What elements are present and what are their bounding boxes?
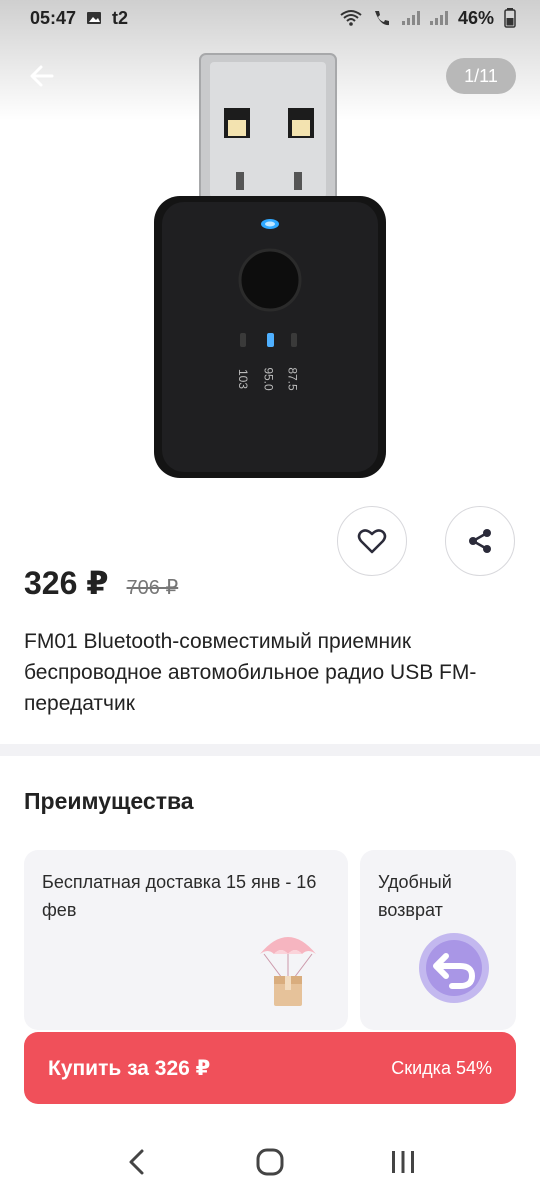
parcel-parachute-icon [260, 937, 316, 1006]
section-divider [0, 744, 540, 756]
status-time: 05:47 [30, 7, 77, 28]
back-button[interactable] [22, 56, 62, 96]
signal-icon-2 [429, 11, 448, 25]
product-title: FM01 Bluetooth-совместимый приемник бесп… [24, 630, 477, 715]
battery-icon [504, 8, 516, 28]
image-counter: 1/11 [446, 58, 516, 94]
favorite-button[interactable] [337, 506, 407, 576]
advantages-title: Преимущества [24, 788, 194, 814]
home-circle-icon [256, 1148, 284, 1176]
recents-icon [392, 1151, 415, 1173]
system-nav-bar [0, 1124, 540, 1200]
wifi-call-icon [374, 11, 389, 26]
discount-label: Скидка 54% [391, 1057, 492, 1078]
return-arrow-icon [419, 933, 489, 1003]
carrier-name: t2 [112, 7, 129, 28]
current-price: 326 ₽ [24, 565, 109, 601]
advantage-card-text: Удобный возврат [378, 872, 452, 920]
nav-back-button[interactable] [107, 1132, 167, 1192]
battery-percent: 46% [457, 7, 494, 28]
product-image[interactable] [150, 50, 390, 480]
nav-recents-button[interactable] [373, 1132, 433, 1192]
heart-icon [357, 529, 387, 554]
product-gallery[interactable]: 103 95.0 87.5 1/11 [0, 0, 540, 500]
advantage-card-text: Бесплатная доставка 15 янв - 16 фев [42, 872, 317, 920]
nav-home-button[interactable] [240, 1132, 300, 1192]
old-price: 706 ₽ [126, 577, 179, 599]
image-icon [87, 12, 102, 24]
chevron-left-icon [129, 1149, 144, 1175]
status-bar: 05:47 t2 46% [0, 0, 540, 36]
buy-button[interactable]: Купить за 326 ₽ Скидка 54% [24, 1032, 516, 1104]
price-row: 326 ₽ 706 ₽ [24, 564, 178, 602]
arrow-left-icon [30, 65, 54, 87]
advantage-card-return[interactable]: Удобный возврат [360, 850, 516, 1030]
advantage-card-delivery[interactable]: Бесплатная доставка 15 янв - 16 фев [24, 850, 348, 1030]
wifi-icon [340, 10, 362, 26]
signal-icon [401, 11, 420, 25]
share-icon [469, 529, 491, 553]
buy-label: Купить за 326 ₽ [48, 1056, 211, 1080]
share-button[interactable] [445, 506, 515, 576]
